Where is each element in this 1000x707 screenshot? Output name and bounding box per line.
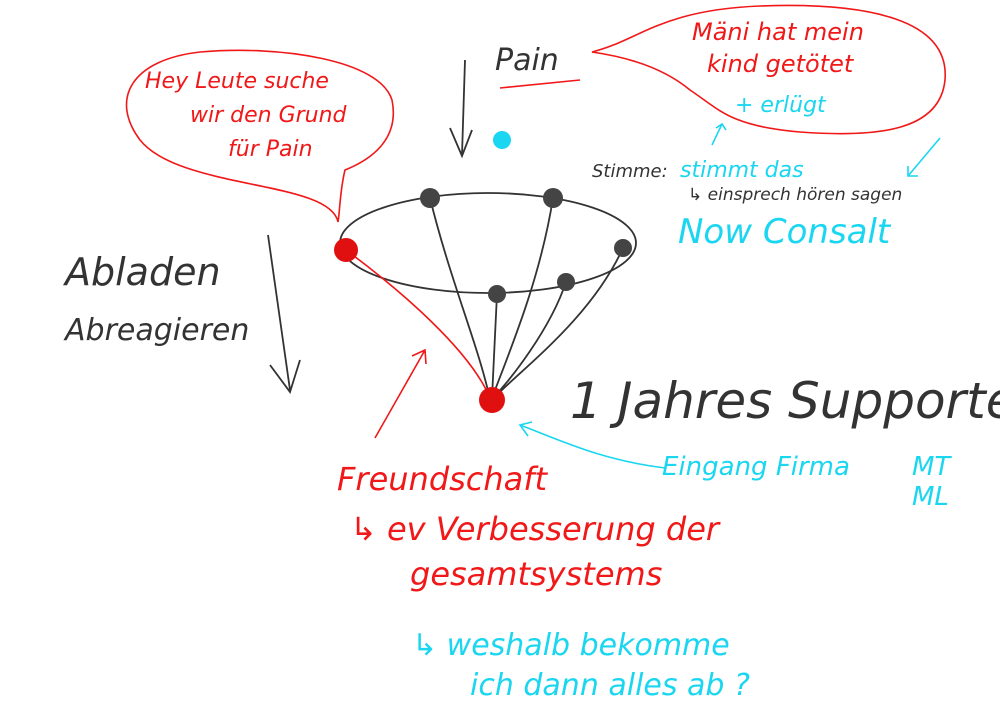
up-arrow-icon [711,122,727,146]
pain-underline [499,79,581,89]
bubble-left-line: Hey Leute suche [145,69,329,94]
bubble-left-text: Hey Leute suche wir den Grund für Pain [145,69,348,162]
network-ellipse [339,192,637,294]
down-arrow-icon [267,234,301,394]
node [543,188,563,208]
sketch-canvas: Hey Leute suche wir den Grund für Pain P… [62,4,1000,703]
bubble-right-addition: + erlügt [735,93,827,118]
abladen-label: Abladen [62,250,221,294]
freundschaft-line: ↳ ev Verbesserung der [350,510,721,548]
now-consalt: Now Consalt [678,212,892,252]
stimme-note: ↳ einsprech hören sagen [688,185,902,205]
node-red [479,387,505,413]
question-line: ich dann alles ab ? [470,668,750,703]
cyan-dot [493,131,511,149]
node-red [334,238,358,262]
eingang-code: MT [912,452,952,482]
stimme-label: Stimme: [592,161,668,182]
eingang-text: Eingang Firma [662,452,850,482]
bubble-right-line: kind getötet [707,50,855,78]
eingang-code: ML [912,482,949,512]
node [488,285,506,303]
node [420,188,440,208]
bubble-left-line: wir den Grund [190,103,348,128]
up-arrow-icon [374,348,427,439]
question-line: ↳ weshalb bekomme [412,628,730,663]
freundschaft-line: gesamtsystems [410,555,662,593]
abreagieren-label: Abreagieren [63,313,249,348]
node [614,239,632,257]
support-label: 1 Jahres Supporte [570,372,1000,430]
pain-label: Pain [495,43,559,78]
network-edges [429,197,624,401]
node [557,273,575,291]
stimme-text: stimmt das [680,158,804,183]
bubble-right-line: Mäni hat mein [692,18,864,46]
freundschaft-title: Freundschaft [337,460,549,498]
down-arrow-icon [907,137,941,177]
down-arrow-icon [449,59,473,159]
bubble-left-line: für Pain [228,137,313,162]
